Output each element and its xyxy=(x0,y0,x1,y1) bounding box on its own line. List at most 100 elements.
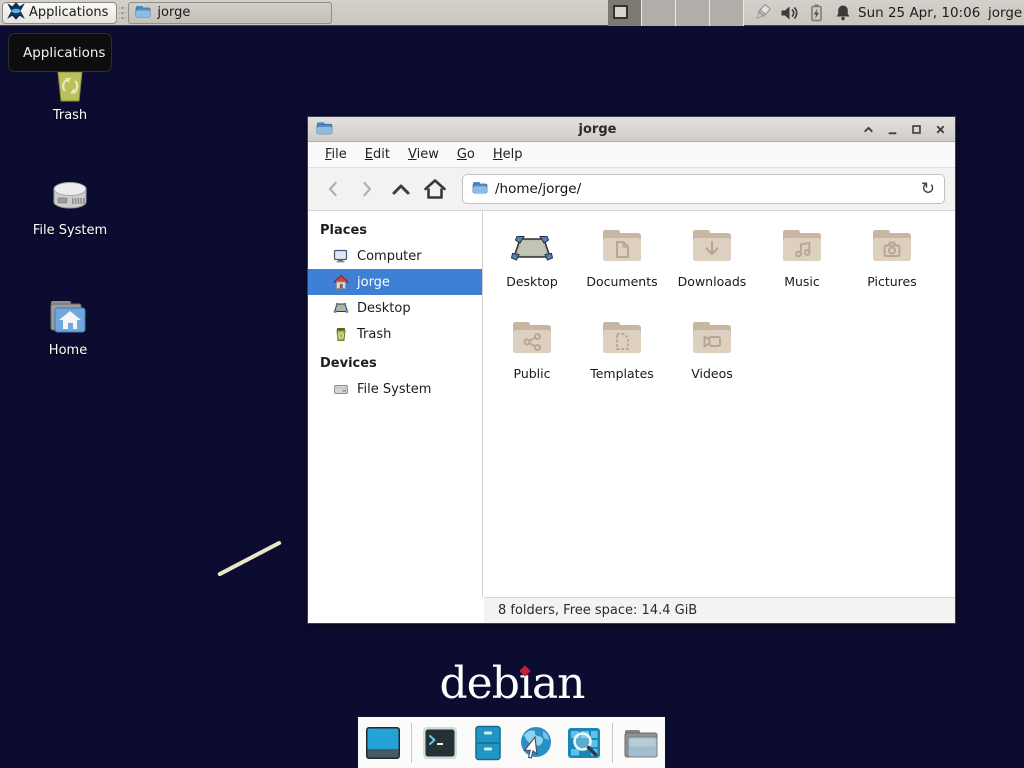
dock-separator xyxy=(411,723,412,763)
shade-button[interactable] xyxy=(862,123,875,136)
path-input[interactable]: /home/jorge/ xyxy=(495,181,914,197)
taskbar-window-label: jorge xyxy=(157,5,190,20)
folder-music-icon xyxy=(778,223,826,271)
file-item-documents[interactable]: Documents xyxy=(577,223,667,315)
desktop-icon-label: Home xyxy=(13,343,123,358)
sidebar-item-computer[interactable]: Computer xyxy=(308,243,482,269)
reload-icon[interactable]: ↻ xyxy=(921,181,935,198)
statusbar: 8 folders, Free space: 14.4 GiB xyxy=(484,597,955,623)
user-home-icon xyxy=(333,274,349,290)
sidebar-item-desktop[interactable]: Desktop xyxy=(308,295,482,321)
clipboard-pen-icon[interactable] xyxy=(752,3,772,23)
computer-icon xyxy=(333,248,349,264)
desktop-icon xyxy=(508,223,556,271)
applications-tooltip: Applications xyxy=(8,33,112,72)
folder-icon xyxy=(621,723,661,763)
globe-browser-icon xyxy=(516,723,556,763)
desktop-icon-label: Trash xyxy=(15,108,125,123)
panel-username[interactable]: jorge xyxy=(988,0,1022,26)
desktop-scratch-line xyxy=(217,540,282,576)
sidebar-header-places: Places xyxy=(308,219,482,243)
bottom-dock xyxy=(358,717,665,768)
show-desktop-launcher[interactable] xyxy=(363,723,403,763)
desktop-icon xyxy=(333,300,349,316)
folder-pictures-icon xyxy=(868,223,916,271)
path-bar[interactable]: /home/jorge/ ↻ xyxy=(462,174,945,204)
sidebar-item-file-system[interactable]: File System xyxy=(308,376,482,402)
web-browser-launcher[interactable] xyxy=(516,723,556,763)
trash-icon xyxy=(333,326,349,342)
workspace-4[interactable] xyxy=(710,0,744,26)
desktop-icon-label: File System xyxy=(15,223,125,238)
folder-documents-icon xyxy=(598,223,646,271)
folder-icon xyxy=(135,3,151,23)
sidebar-item-trash[interactable]: Trash xyxy=(308,321,482,347)
back-button[interactable] xyxy=(318,174,348,204)
workspace-1[interactable] xyxy=(608,0,642,26)
sidebar-header-devices: Devices xyxy=(308,352,482,376)
minimize-button[interactable] xyxy=(886,123,899,136)
directory-menu-launcher[interactable] xyxy=(621,723,661,763)
file-cabinet-icon xyxy=(468,723,508,763)
file-item-videos[interactable]: Videos xyxy=(667,315,757,407)
volume-icon[interactable] xyxy=(779,3,799,23)
workspace-switcher[interactable] xyxy=(608,0,744,26)
desktop-icon-file-system[interactable]: File System xyxy=(15,172,125,238)
folder-downloads-icon xyxy=(688,223,736,271)
file-item-public[interactable]: Public xyxy=(487,315,577,407)
workspace-3[interactable] xyxy=(676,0,710,26)
desktop-icon-home[interactable]: Home xyxy=(13,292,123,358)
toolbar: /home/jorge/ ↻ xyxy=(308,168,955,211)
menu-help[interactable]: Help xyxy=(484,144,532,165)
statusbar-sidebar-gap xyxy=(308,597,484,623)
menu-file[interactable]: File xyxy=(316,144,356,165)
sidebar: Places Computer jorge xyxy=(308,211,483,597)
window-folder-icon xyxy=(316,119,333,140)
terminal-icon xyxy=(420,723,460,763)
file-item-music[interactable]: Music xyxy=(757,223,847,315)
file-manager-launcher[interactable] xyxy=(468,723,508,763)
window-titlebar[interactable]: jorge xyxy=(308,117,955,142)
home-button[interactable] xyxy=(420,174,450,204)
file-manager-window: jorge File Edit View Go Help xyxy=(307,116,956,624)
maximize-button[interactable] xyxy=(910,123,923,136)
taskbar-window-button[interactable]: jorge xyxy=(128,2,332,24)
system-tray xyxy=(752,0,853,26)
applications-menu-button[interactable]: Applications xyxy=(2,2,117,24)
app-finder-launcher[interactable] xyxy=(564,723,604,763)
workspace-2[interactable] xyxy=(642,0,676,26)
panel-clock[interactable]: Sun 25 Apr, 10:06 xyxy=(858,0,980,26)
sidebar-item-jorge[interactable]: jorge xyxy=(308,269,482,295)
terminal-launcher[interactable] xyxy=(420,723,460,763)
debian-logo: debıan xyxy=(0,658,1024,709)
path-folder-icon xyxy=(472,179,488,199)
file-item-templates[interactable]: Templates xyxy=(577,315,667,407)
up-button[interactable] xyxy=(386,174,416,204)
folder-templates-icon xyxy=(598,315,646,363)
app-finder-icon xyxy=(564,723,604,763)
menu-edit[interactable]: Edit xyxy=(356,144,399,165)
close-button[interactable] xyxy=(934,123,947,136)
dock-separator xyxy=(612,723,613,763)
harddrive-icon xyxy=(46,172,94,220)
menu-go[interactable]: Go xyxy=(448,144,484,165)
file-view[interactable]: Desktop Documents Downloads xyxy=(483,211,955,597)
workspace-window-preview xyxy=(613,5,628,19)
menu-view[interactable]: View xyxy=(399,144,448,165)
battery-icon[interactable] xyxy=(806,3,826,23)
file-item-downloads[interactable]: Downloads xyxy=(667,223,757,315)
notifications-bell-icon[interactable] xyxy=(833,3,853,23)
folder-videos-icon xyxy=(688,315,736,363)
forward-button[interactable] xyxy=(352,174,382,204)
harddrive-icon xyxy=(333,381,349,397)
top-panel: Applications jorge xyxy=(0,0,1024,26)
show-desktop-icon xyxy=(363,723,403,763)
panel-handle[interactable] xyxy=(119,4,126,22)
file-item-pictures[interactable]: Pictures xyxy=(847,223,937,315)
home-folder-icon xyxy=(44,292,92,340)
folder-public-icon xyxy=(508,315,556,363)
applications-menu-label: Applications xyxy=(29,5,108,20)
window-title: jorge xyxy=(333,122,862,137)
menubar: File Edit View Go Help xyxy=(308,142,955,168)
file-item-desktop[interactable]: Desktop xyxy=(487,223,577,315)
